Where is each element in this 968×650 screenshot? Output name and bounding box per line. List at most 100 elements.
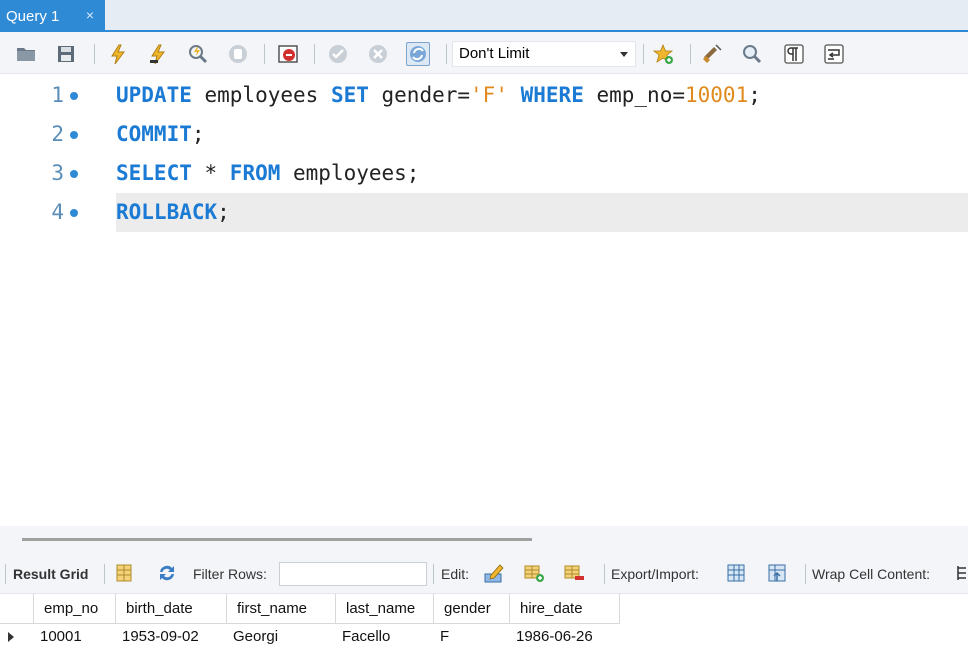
toolbar-separator xyxy=(104,564,105,584)
import-icon[interactable] xyxy=(766,562,790,586)
editor-line[interactable]: 2 COMMIT; xyxy=(0,115,968,154)
sql-keyword: UPDATE xyxy=(116,83,192,107)
result-toolbar: Result Grid Filter Rows: Edit: Export/Im… xyxy=(0,552,968,594)
row-pointer-icon xyxy=(8,632,14,642)
row-header-corner xyxy=(0,594,34,624)
sql-text: employees xyxy=(191,83,331,107)
edit-label: Edit: xyxy=(441,566,470,582)
commit-icon[interactable] xyxy=(326,42,350,66)
tab-label: Query 1 xyxy=(6,7,60,25)
editor-line[interactable]: 4 ROLLBACK; xyxy=(0,193,968,232)
panel-splitter[interactable] xyxy=(0,526,968,552)
export-import-label: Export/Import: xyxy=(611,566,699,582)
chevron-down-icon xyxy=(620,52,628,57)
toolbar-separator xyxy=(643,44,644,64)
column-header-birth-date[interactable]: birth_date xyxy=(116,594,227,624)
sql-text: ; xyxy=(191,122,205,146)
statement-marker-icon xyxy=(70,170,78,178)
statement-marker-icon xyxy=(70,209,78,217)
toggle-error-stop-icon[interactable] xyxy=(276,42,300,66)
grid-layout-icon[interactable] xyxy=(113,562,137,586)
sql-editor[interactable]: 1 UPDATE employees SET gender='F' WHERE e… xyxy=(0,74,968,526)
close-icon[interactable]: × xyxy=(82,7,98,23)
find-icon[interactable] xyxy=(740,42,764,66)
table-cell[interactable]: 10001 xyxy=(34,624,116,650)
beautify-icon[interactable] xyxy=(700,42,724,66)
toolbar-separator xyxy=(690,44,691,64)
tab-query-1[interactable]: Query 1 × xyxy=(0,0,105,32)
wrap-lines-icon[interactable] xyxy=(822,42,846,66)
sql-keyword: FROM xyxy=(229,161,281,185)
editor-toolbar: Don't Limit xyxy=(0,32,968,74)
sql-keyword: SELECT xyxy=(116,161,192,185)
line-number: 3 xyxy=(51,161,64,185)
sql-literal: 'F' xyxy=(470,83,508,107)
sql-text: * xyxy=(191,161,230,185)
export-icon[interactable] xyxy=(725,562,749,586)
table-cell[interactable]: 1953-09-02 xyxy=(116,624,227,650)
statement-marker-icon xyxy=(70,92,78,100)
sql-statement: ROLLBACK; xyxy=(116,193,230,232)
column-header-hire-date[interactable]: hire_date xyxy=(510,594,620,624)
sql-text: ; xyxy=(217,200,230,224)
filter-rows-label: Filter Rows: xyxy=(193,566,267,582)
invisible-chars-icon[interactable] xyxy=(782,42,806,66)
sql-keyword: SET xyxy=(330,83,369,107)
column-header-last-name[interactable]: last_name xyxy=(336,594,434,624)
column-header-gender[interactable]: gender xyxy=(434,594,510,624)
table-cell[interactable]: Georgi xyxy=(227,624,336,650)
rollback-icon[interactable] xyxy=(366,42,390,66)
sql-text: emp_no= xyxy=(583,83,685,107)
sql-keyword: WHERE xyxy=(520,83,584,107)
current-row-marker[interactable] xyxy=(0,624,33,650)
filter-rows-input[interactable] xyxy=(279,562,427,586)
sql-statement: COMMIT; xyxy=(116,115,205,154)
stop-icon[interactable] xyxy=(226,42,250,66)
toolbar-separator xyxy=(805,564,806,584)
add-bookmark-icon[interactable] xyxy=(652,42,676,66)
execute-current-icon[interactable] xyxy=(146,42,170,66)
workbench-window: Query 1 × Don't Limit 1 UPDATE employees… xyxy=(0,0,968,650)
horizontal-scrollbar[interactable] xyxy=(22,538,532,541)
open-folder-icon[interactable] xyxy=(14,42,38,66)
toolbar-separator xyxy=(604,564,605,584)
sql-literal: 10001 xyxy=(685,83,749,107)
column-header-first-name[interactable]: first_name xyxy=(227,594,336,624)
editor-line[interactable]: 1 UPDATE employees SET gender='F' WHERE e… xyxy=(0,76,968,115)
sql-keyword: ROLLBACK xyxy=(116,200,218,224)
editor-line[interactable]: 3 SELECT * FROM employees; xyxy=(0,154,968,193)
execute-all-icon[interactable] xyxy=(106,42,130,66)
statement-marker-icon xyxy=(70,131,78,139)
result-grid-button[interactable]: Result Grid xyxy=(13,564,88,584)
line-number: 2 xyxy=(51,122,64,146)
table-cell[interactable]: 1986-06-26 xyxy=(510,624,620,650)
table-cell[interactable]: F xyxy=(434,624,510,650)
column-header-emp-no[interactable]: emp_no xyxy=(34,594,116,624)
refresh-icon[interactable] xyxy=(156,562,180,586)
row-limit-select[interactable]: Don't Limit xyxy=(452,41,636,67)
sql-text: employees; xyxy=(280,161,420,185)
toolbar-separator xyxy=(446,44,447,64)
grid-header: emp_no birth_date first_name last_name gende… xyxy=(0,594,968,624)
toggle-autocommit-icon[interactable] xyxy=(406,42,430,66)
toolbar-separator xyxy=(5,564,6,584)
toolbar-separator xyxy=(264,44,265,64)
sql-keyword: COMMIT xyxy=(116,122,192,146)
toolbar-separator xyxy=(314,44,315,64)
save-icon[interactable] xyxy=(54,42,78,66)
delete-row-icon[interactable] xyxy=(563,562,587,586)
explain-icon[interactable] xyxy=(186,42,210,66)
line-number: 4 xyxy=(51,200,64,224)
toolbar-separator xyxy=(433,564,434,584)
wrap-cell-icon[interactable] xyxy=(954,562,968,586)
insert-row-icon[interactable] xyxy=(523,562,547,586)
table-cell[interactable]: Facello xyxy=(336,624,434,650)
query-tab-bar: Query 1 × xyxy=(0,0,968,32)
sql-statement: UPDATE employees SET gender='F' WHERE em… xyxy=(116,76,761,115)
line-number: 1 xyxy=(51,83,64,107)
edit-row-icon[interactable] xyxy=(483,562,507,586)
toolbar-separator xyxy=(94,44,95,64)
result-grid: emp_no birth_date first_name last_name gende… xyxy=(0,594,968,650)
row-limit-value: Don't Limit xyxy=(459,45,530,62)
